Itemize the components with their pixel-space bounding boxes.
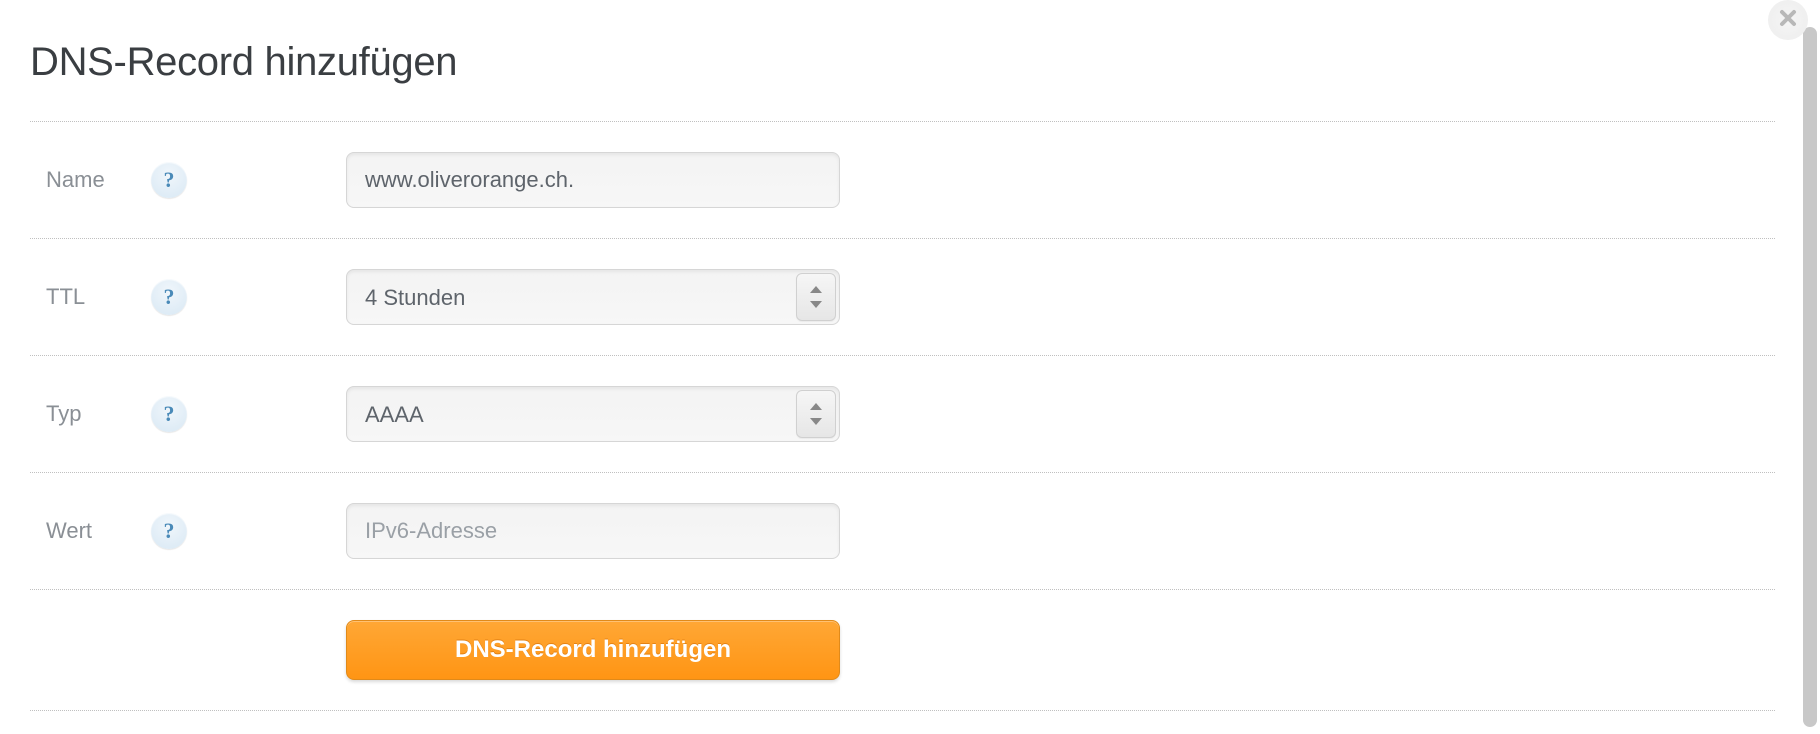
label-wert: Wert — [46, 518, 151, 544]
dialog-title: DNS-Record hinzufügen — [30, 40, 1775, 85]
row-submit: DNS-Record hinzufügen — [30, 589, 1775, 711]
dialog-content: DNS-Record hinzufügen Name ? TTL ? 4 Stu… — [0, 0, 1805, 711]
submit-button[interactable]: DNS-Record hinzufügen — [346, 620, 840, 680]
help-icon[interactable]: ? — [151, 162, 187, 198]
close-icon — [1778, 8, 1798, 33]
scrollbar-track[interactable] — [1803, 3, 1817, 723]
row-wert: Wert ? — [30, 472, 1775, 589]
ttl-select[interactable]: 4 Stunden — [346, 269, 840, 325]
help-icon[interactable]: ? — [151, 513, 187, 549]
close-button[interactable] — [1768, 0, 1808, 40]
scrollbar-thumb[interactable] — [1803, 27, 1817, 727]
row-ttl: TTL ? 4 Stunden — [30, 238, 1775, 355]
help-icon[interactable]: ? — [151, 396, 187, 432]
type-select[interactable]: AAAA — [346, 386, 840, 442]
label-ttl: TTL — [46, 284, 151, 310]
help-icon[interactable]: ? — [151, 279, 187, 315]
name-input[interactable] — [346, 152, 840, 208]
label-type: Typ — [46, 401, 151, 427]
wert-input[interactable] — [346, 503, 840, 559]
row-name: Name ? — [30, 121, 1775, 238]
label-name: Name — [46, 167, 151, 193]
row-type: Typ ? AAAA — [30, 355, 1775, 472]
